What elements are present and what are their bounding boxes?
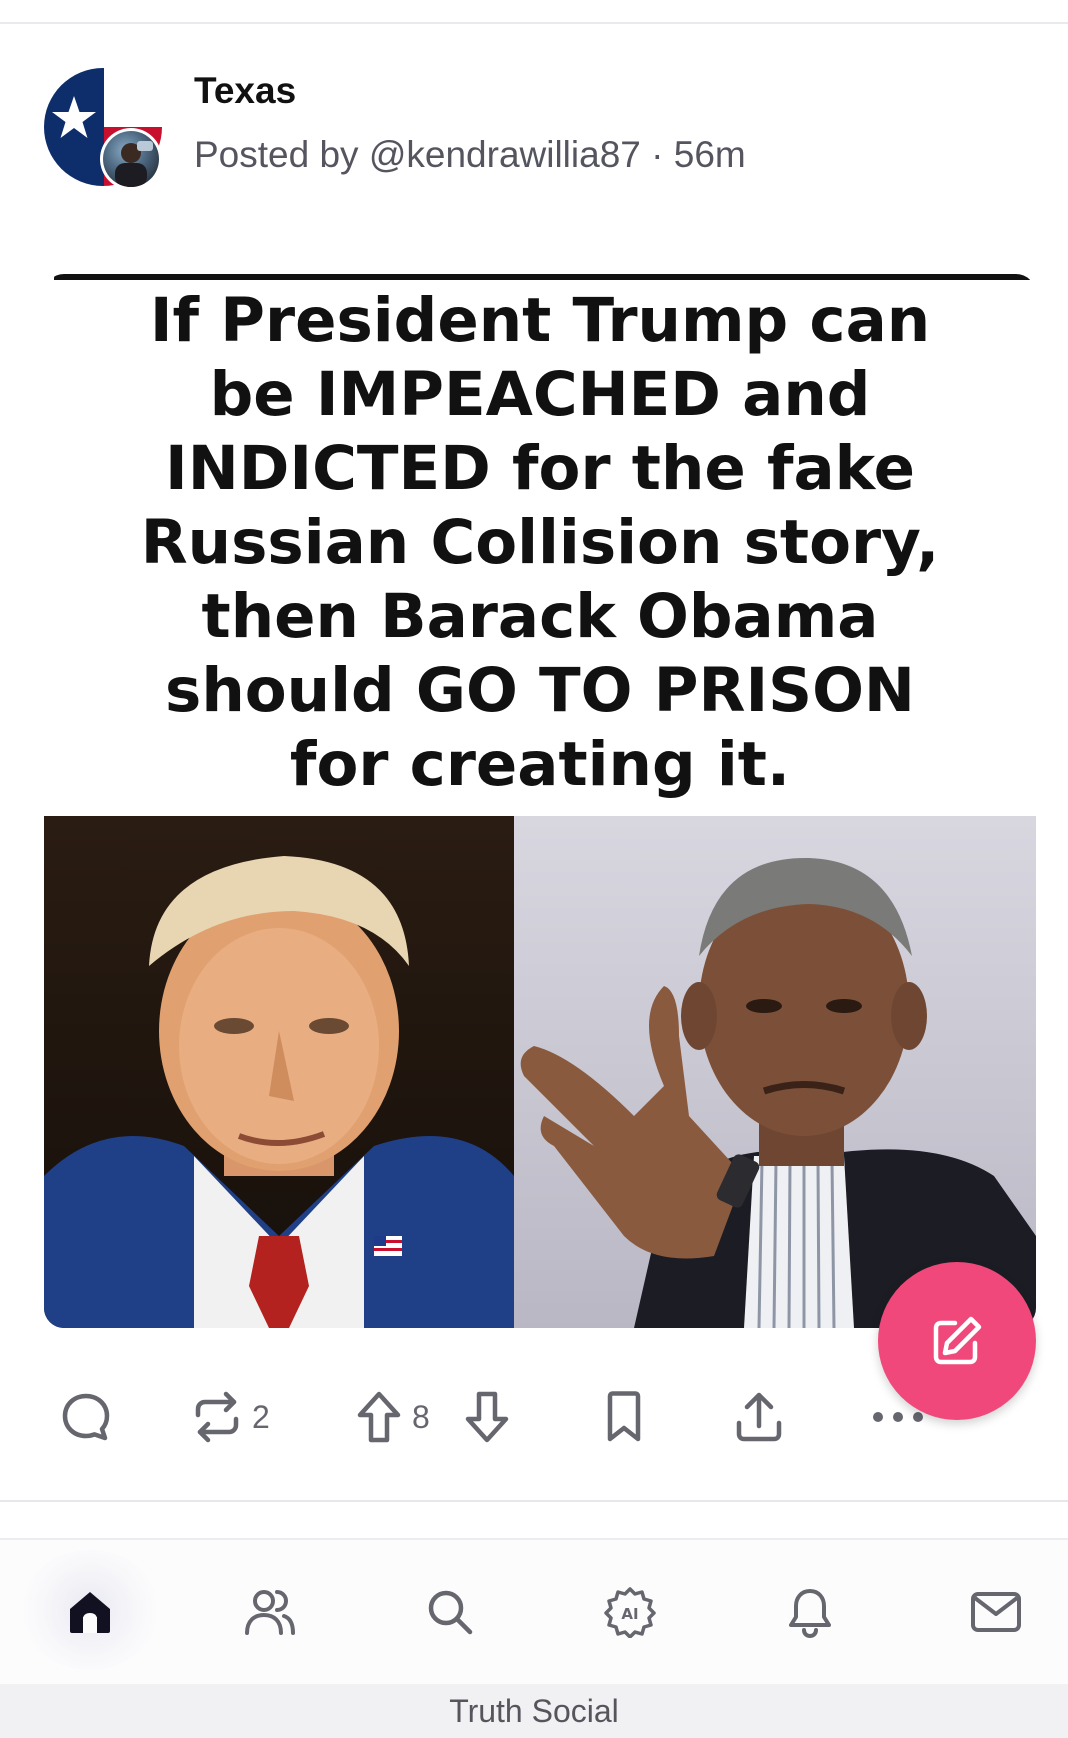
nav-notifications[interactable]: [780, 1582, 840, 1642]
compose-icon: [933, 1316, 982, 1365]
downvote-icon: [465, 1391, 509, 1443]
post-header: Texas Posted by @kendrawillia87 · 56m: [44, 68, 1024, 198]
nav-messages[interactable]: [966, 1582, 1026, 1642]
post-image[interactable]: If President Trump can be IMPEACHED and …: [44, 274, 1036, 1328]
share-icon: [736, 1392, 782, 1442]
bookmark-button[interactable]: [604, 1372, 644, 1462]
reply-icon: [62, 1393, 110, 1441]
upvote-button[interactable]: 8: [356, 1372, 430, 1462]
group-name[interactable]: Texas: [194, 70, 296, 112]
notifications-icon: [789, 1589, 831, 1638]
meme-line: If President Trump can: [149, 285, 931, 356]
nav-search[interactable]: [420, 1582, 480, 1642]
repost-button[interactable]: 2: [192, 1372, 270, 1462]
home-icon: [70, 1592, 110, 1633]
meme-line: INDICTED for the fake: [165, 433, 915, 504]
obama-portrait-photo: [514, 816, 1036, 1328]
meme-line: for creating it.: [289, 729, 791, 800]
downvote-button[interactable]: [464, 1372, 510, 1462]
compose-button[interactable]: [878, 1262, 1036, 1420]
share-button[interactable]: [734, 1372, 784, 1462]
meme-line: be IMPEACHED and: [209, 359, 871, 430]
ai-icon: AI: [604, 1587, 656, 1638]
nav-ai[interactable]: AI: [600, 1582, 660, 1642]
reply-button[interactable]: [60, 1372, 112, 1462]
meme-line: should GO TO PRISON: [165, 655, 915, 726]
avatar[interactable]: [100, 128, 162, 190]
nav-home[interactable]: [60, 1582, 120, 1642]
upvote-icon: [357, 1391, 401, 1443]
post-meta[interactable]: Posted by @kendrawillia87 · 56m: [194, 134, 746, 176]
trump-portrait-photo: [44, 816, 514, 1328]
meme-line: Russian Collision story,: [140, 507, 940, 578]
meme-caption: If President Trump can be IMPEACHED and …: [44, 284, 1036, 802]
user-photo-avatar: [103, 131, 159, 187]
search-icon: [428, 1590, 473, 1635]
repost-icon: [195, 1391, 239, 1443]
upvote-count: 8: [412, 1398, 430, 1435]
svg-text:AI: AI: [621, 1605, 638, 1623]
groups-icon: [245, 1590, 295, 1635]
meme-line: then Barack Obama: [201, 581, 879, 652]
repost-count: 2: [252, 1398, 270, 1435]
messages-icon: [971, 1592, 1021, 1632]
image-top-border: [54, 274, 1030, 280]
meme-photos: [44, 816, 1036, 1328]
app-footer: Truth Social: [0, 1684, 1068, 1738]
post-divider: [0, 1500, 1068, 1502]
bookmark-icon: [607, 1391, 641, 1442]
bottom-nav: AI: [0, 1540, 1068, 1684]
nav-groups[interactable]: [240, 1582, 300, 1642]
top-divider: [0, 22, 1068, 24]
